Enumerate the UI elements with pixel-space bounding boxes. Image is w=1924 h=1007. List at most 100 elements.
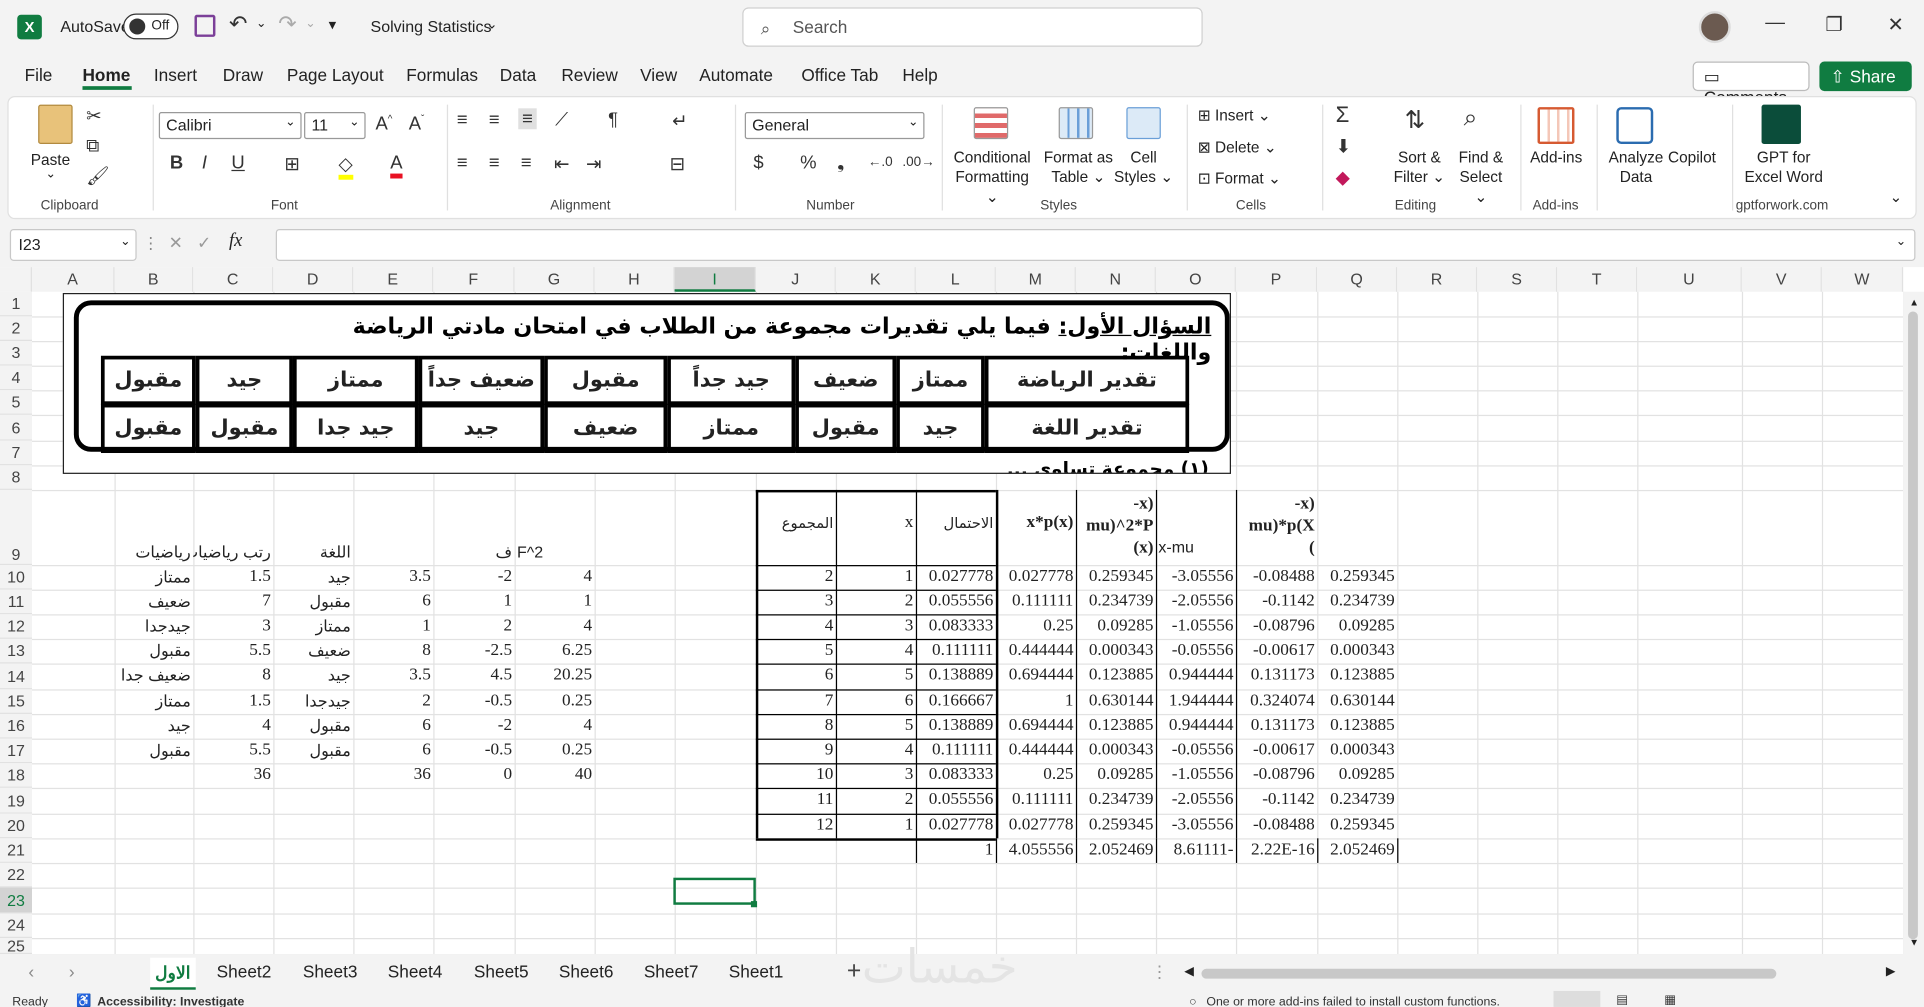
cell-P16[interactable]: 0.131173 — [1236, 714, 1317, 739]
decrease-font-icon[interactable]: Aˇ — [409, 113, 425, 134]
row-header-7[interactable]: 7 — [0, 440, 33, 466]
decrease-indent-icon[interactable]: ⇤ — [554, 153, 569, 175]
cell-L14[interactable]: 0.138889 — [916, 664, 996, 690]
column-header-M[interactable]: M — [995, 267, 1076, 292]
cell-B11[interactable]: ضعيف — [114, 590, 193, 615]
cell-C11[interactable]: 7 — [193, 590, 273, 615]
cell-P11[interactable]: -0.1142 — [1236, 590, 1317, 615]
increase-decimal-icon[interactable]: ←.0 — [868, 155, 893, 170]
cell-M10[interactable]: 0.027778 — [996, 565, 1076, 590]
sheet-tab-3[interactable]: Sheet3 — [303, 961, 358, 981]
cell-C9[interactable]: رتب رياضيات — [193, 540, 273, 565]
row-header-6[interactable]: 6 — [0, 414, 33, 441]
cell-L10[interactable]: 0.027778 — [916, 565, 996, 590]
column-header-O[interactable]: O — [1155, 267, 1236, 292]
menu-draw[interactable]: Draw — [223, 65, 263, 85]
align-center-icon[interactable]: ≡ — [489, 153, 500, 174]
row-header-1[interactable]: 1 — [0, 291, 33, 317]
cell-O16[interactable]: 0.944444 — [1156, 714, 1236, 739]
cell-F11[interactable]: 1 — [433, 590, 514, 615]
decrease-decimal-icon[interactable]: .00→ — [902, 155, 934, 170]
insert-cells-button[interactable]: ⊞ Insert ⌄ — [1198, 106, 1271, 126]
cancel-formula-icon[interactable]: ✕ — [169, 233, 183, 254]
paste-icon[interactable] — [38, 104, 73, 145]
cell-J18[interactable]: 10 — [756, 763, 836, 788]
orientation-icon[interactable]: ⟋ — [555, 110, 568, 131]
column-header-S[interactable]: S — [1477, 267, 1558, 292]
row-header-24[interactable]: 24 — [0, 913, 33, 939]
scroll-down-icon[interactable]: ▼ — [1909, 937, 1919, 948]
cell-C18[interactable]: 36 — [193, 763, 273, 788]
scroll-left-icon[interactable]: ◀ — [1184, 965, 1193, 979]
currency-icon[interactable]: $ — [753, 153, 763, 174]
column-header-Q[interactable]: Q — [1317, 267, 1398, 292]
cell-G9[interactable]: F^2 — [515, 540, 595, 565]
font-color-icon[interactable]: A — [390, 153, 403, 179]
cell-P19[interactable]: -0.1142 — [1236, 788, 1317, 814]
wrap-text-icon[interactable]: ↵ — [672, 110, 687, 132]
cell-E11[interactable]: 6 — [353, 590, 433, 615]
cell-O21[interactable]: 8.61111- — [1156, 838, 1236, 863]
undo-dropdown-icon[interactable]: ⌄ — [256, 17, 266, 31]
cell-L16[interactable]: 0.138889 — [916, 714, 996, 739]
cell-O13[interactable]: -0.05556 — [1156, 639, 1236, 664]
row-header-22[interactable]: 22 — [0, 862, 33, 888]
cell-F10[interactable]: -2 — [433, 565, 514, 590]
row-header-9[interactable]: 9 — [0, 489, 33, 566]
cell-G13[interactable]: 6.25 — [515, 639, 595, 664]
share-button[interactable]: ⇧ Share — [1819, 61, 1912, 92]
row-header-14[interactable]: 14 — [0, 663, 33, 690]
merge-center-icon[interactable]: ⊟ — [670, 153, 685, 175]
cell-O14[interactable]: 0.944444 — [1156, 664, 1236, 690]
align-bottom-icon[interactable]: ≡ — [518, 108, 537, 130]
user-avatar[interactable] — [1698, 11, 1731, 44]
cell-J9[interactable]: المجموع — [756, 490, 836, 565]
cell-B10[interactable]: ممتاز — [114, 565, 193, 590]
addin-warning-message[interactable]: One or more add-ins failed to install cu… — [1206, 996, 1500, 1007]
cell-J11[interactable]: 3 — [756, 590, 836, 615]
cell-Q16[interactable]: 0.123885 — [1317, 714, 1397, 739]
cell-N12[interactable]: 0.09285 — [1076, 614, 1156, 639]
horizontal-scroll-thumb[interactable] — [1201, 968, 1777, 979]
cell-L13[interactable]: 0.111111 — [916, 639, 996, 664]
cell-P14[interactable]: 0.131173 — [1236, 664, 1317, 690]
add-sheet-icon[interactable]: + — [847, 958, 861, 986]
insert-function-icon[interactable]: fx — [229, 231, 242, 252]
cell-O9[interactable]: x-mu — [1156, 490, 1236, 565]
cell-E13[interactable]: 8 — [353, 639, 433, 664]
cell-B17[interactable]: مقبول — [114, 739, 193, 764]
cell-K10[interactable]: 1 — [836, 565, 916, 590]
cell-N21[interactable]: 2.052469 — [1076, 838, 1156, 863]
cell-P18[interactable]: -0.08796 — [1236, 763, 1317, 788]
cell-C13[interactable]: 5.5 — [193, 639, 273, 664]
delete-cells-button[interactable]: ⊠ Delete ⌄ — [1198, 138, 1277, 158]
conditional-formatting-icon[interactable] — [973, 107, 1009, 140]
cell-G17[interactable]: 0.25 — [515, 739, 595, 764]
normal-view-icon[interactable] — [1553, 990, 1601, 1007]
cell-E17[interactable]: 6 — [353, 739, 433, 764]
row-header-10[interactable]: 10 — [0, 565, 33, 590]
row-header-11[interactable]: 11 — [0, 589, 33, 615]
cell-D15[interactable]: جيدجدا — [273, 689, 353, 714]
cell-K20[interactable]: 1 — [836, 814, 916, 839]
cell-E18[interactable]: 36 — [353, 763, 433, 788]
cell-F16[interactable]: -2 — [433, 714, 514, 739]
cell-L12[interactable]: 0.083333 — [916, 614, 996, 639]
cell-J12[interactable]: 4 — [756, 614, 836, 639]
borders-icon[interactable]: ⊞ — [284, 153, 299, 175]
column-header-E[interactable]: E — [353, 267, 434, 292]
cell-K18[interactable]: 3 — [836, 763, 916, 788]
vertical-scroll-thumb[interactable] — [1908, 311, 1918, 940]
cell-K14[interactable]: 5 — [836, 664, 916, 690]
autosave-toggle[interactable]: Off — [123, 13, 179, 40]
number-format-combo[interactable]: General ⌄ — [744, 112, 925, 140]
select-all-corner[interactable] — [0, 267, 33, 292]
cell-N13[interactable]: 0.000343 — [1076, 639, 1156, 664]
column-header-N[interactable]: N — [1075, 267, 1156, 292]
menu-data[interactable]: Data — [500, 65, 536, 85]
cell-B15[interactable]: ممتاز — [114, 689, 193, 714]
cell-O10[interactable]: -3.05556 — [1156, 565, 1236, 590]
column-header-C[interactable]: C — [193, 267, 274, 292]
cell-L18[interactable]: 0.083333 — [916, 763, 996, 788]
prev-sheet-icon[interactable]: ‹ — [28, 961, 34, 981]
